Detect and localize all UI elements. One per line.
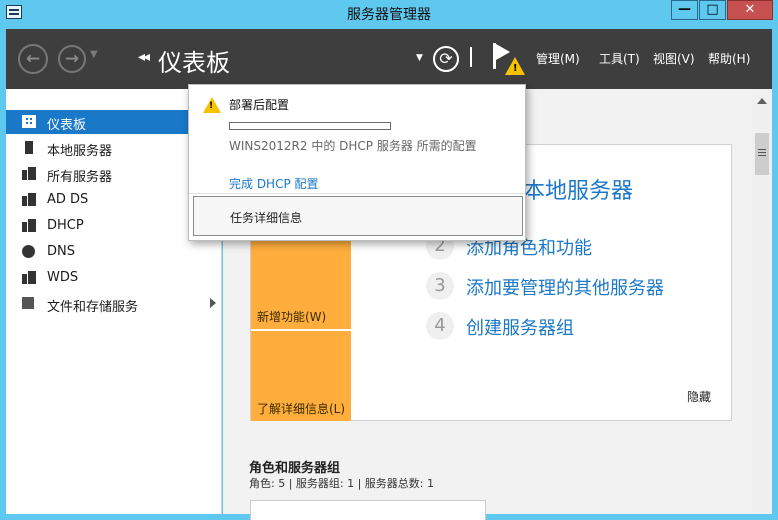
roles-summary: 角色: 5 | 服务器组: 1 | 服务器总数: 1 — [249, 477, 435, 490]
menu-view[interactable]: 视图(V) — [653, 50, 695, 67]
notifications-flag-icon[interactable]: ! — [493, 43, 525, 79]
sidebar-item-label: 本地服务器 — [47, 144, 113, 159]
sidebar-item-label: DNS — [47, 244, 75, 259]
progress-bar — [229, 122, 391, 130]
breadcrumb-arrows: ◂◂ — [138, 49, 150, 65]
notifications-popup: ! 部署后配置 WINS2012R2 中的 DHCP 服务器 所需的配置 完成 … — [188, 84, 526, 241]
wds-icon — [22, 271, 36, 284]
history-dropdown-icon[interactable]: ▼ — [90, 49, 98, 60]
sidebar-item-label: 仪表板 — [47, 118, 87, 133]
scroll-thumb[interactable] — [755, 133, 769, 175]
vertical-scrollbar[interactable] — [752, 89, 772, 514]
popup-divider — [189, 193, 525, 194]
sidebar-item-wds[interactable]: WDS — [6, 266, 222, 290]
window-title: 服务器管理器 — [347, 7, 431, 23]
warning-mark: ! — [513, 63, 518, 74]
step-number: 3 — [426, 272, 454, 300]
server-icon — [25, 141, 33, 154]
sidebar-item-label: DHCP — [47, 218, 84, 233]
breadcrumb-dropdown-icon[interactable]: ▼ — [416, 53, 423, 63]
page-title: 仪表板 — [158, 49, 230, 77]
back-arrow-icon[interactable]: ← — [18, 44, 48, 74]
notification-title: 部署后配置 — [229, 98, 290, 112]
close-button[interactable]: ✕ — [727, 0, 773, 20]
menu-help[interactable]: 帮助(H) — [708, 50, 750, 67]
dns-icon — [22, 245, 35, 258]
notification-description: WINS2012R2 中的 DHCP 服务器 所需的配置 — [229, 139, 477, 153]
navigation-header: ← → ▼ ◂◂ 仪表板 ▼ ⟳ ! 管理(M) 工具(T) 视图(V) 帮助(… — [6, 29, 772, 89]
step-label[interactable]: 添加要管理的其他服务器 — [466, 274, 664, 300]
menu-tools[interactable]: 工具(T) — [599, 50, 640, 67]
sidebar-item-label: 所有服务器 — [47, 170, 113, 185]
maximize-button[interactable]: □ — [699, 0, 726, 20]
sidebar-item-label: WDS — [47, 270, 79, 285]
role-tile[interactable] — [250, 500, 486, 520]
task-details-button[interactable]: 任务详细信息 — [193, 196, 523, 236]
minimize-button[interactable]: — — [671, 0, 698, 20]
sidebar-item-label: 文件和存储服务 — [47, 300, 139, 315]
files-icon — [22, 297, 34, 309]
sidebar-item-file-storage[interactable]: 文件和存储服务 — [6, 292, 222, 316]
task-details-label: 任务详细信息 — [230, 211, 303, 225]
warning-mark: ! — [209, 101, 214, 111]
title-bar: 服务器管理器 — □ ✕ — [0, 0, 778, 26]
roles-section-title: 角色和服务器组 — [249, 461, 341, 476]
sidebar-item-label: AD DS — [47, 192, 89, 207]
forward-arrow-icon[interactable]: → — [58, 45, 86, 73]
dhcp-icon — [22, 219, 36, 232]
scroll-up-icon[interactable] — [755, 95, 769, 109]
sidebar-item-dns[interactable]: DNS — [6, 240, 222, 264]
welcome-title[interactable]: 本地服务器 — [523, 173, 633, 205]
step-number: 4 — [426, 312, 454, 340]
step-label[interactable]: 创建服务器组 — [466, 314, 574, 340]
ad-ds-icon — [22, 193, 36, 206]
dashboard-icon — [22, 115, 36, 128]
menu-manage[interactable]: 管理(M) — [536, 50, 580, 67]
learn-more-tile[interactable]: 了解详细信息(L) — [251, 331, 351, 421]
servers-icon — [22, 167, 36, 180]
refresh-icon[interactable]: ⟳ — [433, 46, 459, 72]
expand-arrow-icon[interactable] — [210, 298, 216, 308]
learn-more-link[interactable]: 了解详细信息(L) — [257, 400, 345, 417]
whats-new-link[interactable]: 新增功能(W) — [257, 308, 326, 325]
header-separator — [470, 47, 472, 67]
complete-dhcp-config-link[interactable]: 完成 DHCP 配置 — [229, 175, 319, 192]
hide-link[interactable]: 隐藏 — [687, 388, 711, 405]
